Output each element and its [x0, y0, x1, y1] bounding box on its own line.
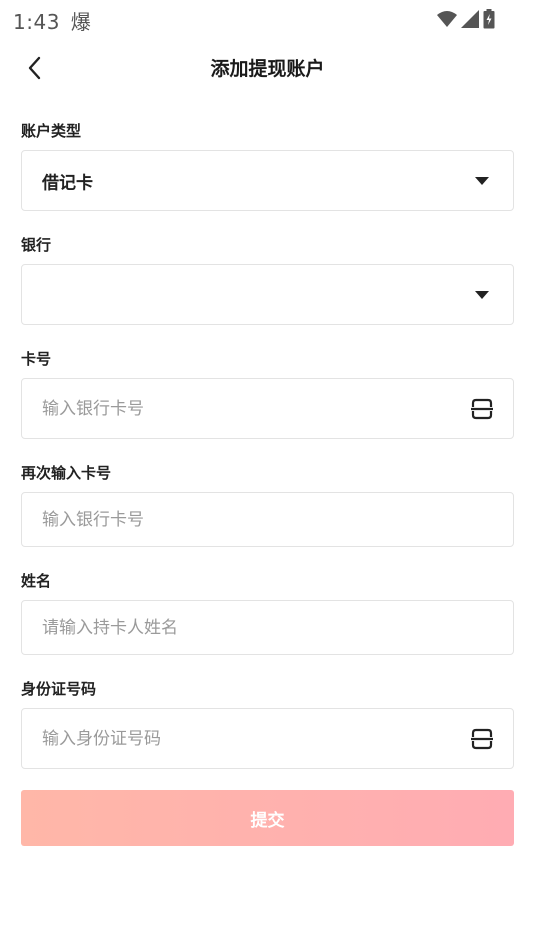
- card-number-field: [21, 378, 514, 439]
- nav-bar: 添加提现账户: [0, 40, 535, 96]
- account-type-value: 借记卡: [42, 173, 93, 193]
- status-bar: 1:43 爆: [0, 0, 535, 36]
- status-icons: [437, 9, 495, 29]
- scan-icon[interactable]: [470, 727, 494, 751]
- confirm-card-number-label: 再次输入卡号: [21, 464, 112, 482]
- dropdown-arrow-icon: [475, 176, 489, 185]
- notification-icon: 爆: [70, 10, 92, 34]
- status-time: 1:43 爆: [13, 6, 91, 35]
- bank-select[interactable]: [21, 264, 514, 325]
- id-number-field: [21, 708, 514, 769]
- wifi-icon: [437, 11, 457, 27]
- card-number-label: 卡号: [21, 350, 52, 368]
- page-title: 添加提现账户: [210, 58, 325, 80]
- account-type-select[interactable]: 借记卡: [21, 150, 514, 211]
- id-number-input[interactable]: [42, 709, 462, 768]
- name-label: 姓名: [21, 572, 52, 590]
- battery-icon: [483, 9, 495, 29]
- signal-icon: [461, 10, 479, 28]
- name-input[interactable]: [42, 601, 462, 654]
- confirm-card-number-field: [21, 492, 514, 547]
- name-field: [21, 600, 514, 655]
- scan-icon[interactable]: [470, 397, 494, 421]
- status-time-text: 1:43: [13, 10, 60, 34]
- card-number-input[interactable]: [42, 379, 462, 438]
- id-number-label: 身份证号码: [21, 680, 97, 698]
- bank-label: 银行: [21, 236, 52, 254]
- submit-button[interactable]: 提交: [21, 790, 514, 846]
- account-type-label: 账户类型: [21, 122, 82, 140]
- confirm-card-number-input[interactable]: [42, 493, 462, 546]
- dropdown-arrow-icon: [475, 290, 489, 299]
